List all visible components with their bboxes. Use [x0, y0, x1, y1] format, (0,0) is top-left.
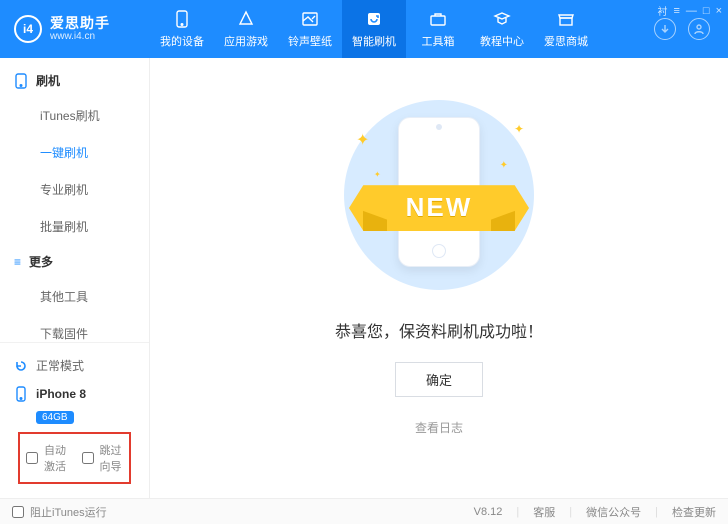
sidebar-item-batch-flash[interactable]: 批量刷机 — [0, 208, 149, 245]
checkbox-input[interactable] — [82, 452, 94, 464]
checkbox-auto-activate[interactable]: 自动激活 — [26, 440, 68, 476]
checkbox-label: 自动激活 — [44, 442, 68, 474]
checkbox-label: 阻止iTunes运行 — [30, 504, 107, 520]
nav-label: 智能刷机 — [352, 33, 396, 49]
nav-apps[interactable]: 应用游戏 — [214, 0, 278, 58]
sidebar-item-itunes-flash[interactable]: iTunes刷机 — [0, 97, 149, 134]
star-icon: ✦ — [374, 170, 381, 179]
new-ribbon: NEW — [349, 185, 529, 231]
group-title: 更多 — [29, 253, 53, 270]
nav-label: 应用游戏 — [224, 33, 268, 49]
ok-button[interactable]: 确定 — [395, 362, 483, 397]
nav-label: 我的设备 — [160, 33, 204, 49]
nav-store[interactable]: 爱思商城 — [534, 0, 598, 58]
flash-icon — [365, 9, 383, 29]
checkbox-input[interactable] — [26, 452, 38, 464]
brand: i4 爱思助手 www.i4.cn — [0, 0, 150, 58]
sidebar-group-flash: 刷机 — [0, 64, 149, 97]
nav-toolbox[interactable]: 工具箱 — [406, 0, 470, 58]
sidebar-group-more: ≡ 更多 — [0, 245, 149, 278]
sidebar-item-oneclick-flash[interactable]: 一键刷机 — [0, 134, 149, 171]
close-icon[interactable]: × — [716, 5, 722, 17]
device-mode-label: 正常模式 — [36, 357, 84, 374]
toolbox-icon — [429, 9, 447, 29]
brand-title: 爱思助手 — [50, 15, 110, 31]
main-panel: ✦ ✦ ✦ ✦ NEW 恭喜您，保资料刷机成功啦！ 确定 查看日志 — [150, 58, 728, 498]
checkbox-skip-guide[interactable]: 跳过向导 — [82, 440, 124, 476]
wallpaper-icon — [301, 9, 319, 29]
highlight-box: 自动激活 跳过向导 — [18, 432, 131, 484]
sidebar: 刷机 iTunes刷机 一键刷机 专业刷机 批量刷机 ≡ 更多 其他工具 下载固… — [0, 58, 150, 498]
checkbox-block-itunes[interactable]: 阻止iTunes运行 — [12, 502, 107, 522]
nav-label: 爱思商城 — [544, 33, 588, 49]
brand-subtitle: www.i4.cn — [50, 31, 110, 43]
device-name: iPhone 8 — [36, 387, 86, 401]
menu-icon[interactable]: ≡ — [673, 5, 679, 17]
nav-flash[interactable]: 智能刷机 — [342, 0, 406, 58]
store-icon — [557, 9, 575, 29]
nav-ringtones[interactable]: 铃声壁纸 — [278, 0, 342, 58]
maximize-icon[interactable]: □ — [703, 5, 710, 17]
wechat-link[interactable]: 微信公众号 — [586, 504, 641, 520]
checkbox-label: 跳过向导 — [100, 442, 124, 474]
star-icon: ✦ — [500, 160, 508, 171]
apps-icon — [237, 9, 255, 29]
sidebar-item-other-tools[interactable]: 其他工具 — [0, 278, 149, 315]
download-button[interactable] — [654, 18, 676, 40]
nav-label: 铃声壁纸 — [288, 33, 332, 49]
window-controls: 衬 ≡ — □ × — [657, 3, 722, 18]
nav-label: 教程中心 — [480, 33, 524, 49]
device-info[interactable]: iPhone 8 — [12, 382, 137, 406]
refresh-icon — [14, 359, 28, 373]
skin-icon[interactable]: 衬 — [657, 3, 667, 18]
support-link[interactable]: 客服 — [533, 504, 555, 520]
nav-tutorial[interactable]: 教程中心 — [470, 0, 534, 58]
update-link[interactable]: 检查更新 — [672, 504, 716, 520]
brand-logo-icon: i4 — [14, 15, 42, 43]
app-header: i4 爱思助手 www.i4.cn 我的设备 应用游戏 铃声壁纸 — [0, 0, 728, 58]
status-bar: 阻止iTunes运行 V8.12 | 客服 | 微信公众号 | 检查更新 — [0, 498, 728, 524]
device-mode[interactable]: 正常模式 — [12, 353, 137, 378]
sidebar-item-download-fw[interactable]: 下载固件 — [0, 315, 149, 342]
user-button[interactable] — [688, 18, 710, 40]
star-icon: ✦ — [356, 130, 369, 150]
top-nav: 我的设备 应用游戏 铃声壁纸 智能刷机 工具箱 — [150, 0, 598, 58]
hamburger-icon: ≡ — [14, 255, 21, 269]
group-title: 刷机 — [36, 72, 60, 89]
nav-device[interactable]: 我的设备 — [150, 0, 214, 58]
checkbox-input[interactable] — [12, 506, 24, 518]
view-log-link[interactable]: 查看日志 — [415, 419, 463, 436]
success-illustration: ✦ ✦ ✦ ✦ NEW — [334, 100, 544, 290]
minimize-icon[interactable]: — — [686, 5, 697, 17]
phone-icon — [174, 9, 190, 29]
nav-label: 工具箱 — [422, 33, 455, 49]
tutorial-icon — [493, 9, 511, 29]
phone-outline-icon — [14, 73, 28, 89]
version-label: V8.12 — [474, 506, 503, 518]
storage-badge: 64GB — [36, 411, 74, 424]
device-icon — [14, 386, 28, 402]
sidebar-item-pro-flash[interactable]: 专业刷机 — [0, 171, 149, 208]
success-message: 恭喜您，保资料刷机成功啦！ — [335, 318, 543, 342]
star-icon: ✦ — [514, 122, 524, 136]
